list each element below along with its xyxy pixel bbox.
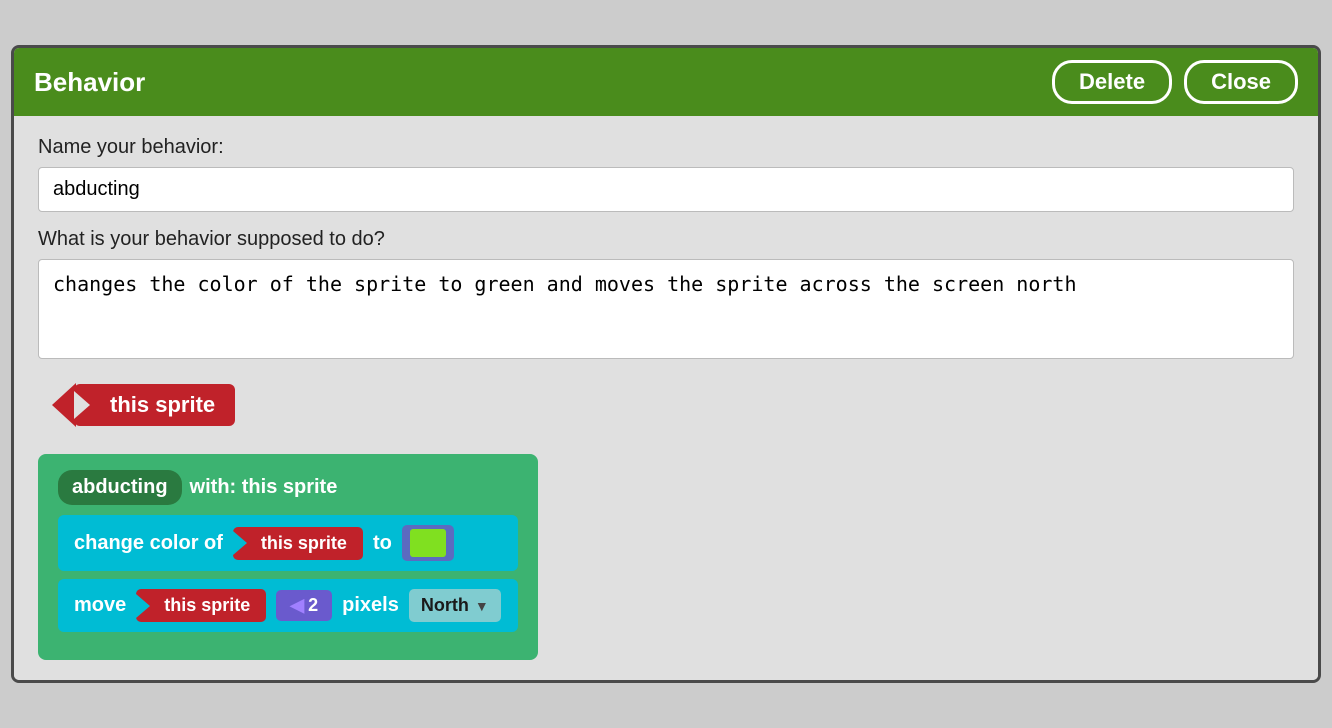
header-buttons: Delete Close bbox=[1052, 60, 1298, 104]
dialog-header: Behavior Delete Close bbox=[14, 48, 1318, 116]
direction-tag[interactable]: North ▼ bbox=[409, 589, 501, 622]
block-header: abducting with: this sprite bbox=[58, 470, 518, 505]
dialog-body: Name your behavior: What is your behavio… bbox=[14, 116, 1318, 680]
sprite-tag-block2[interactable]: this sprite bbox=[136, 589, 266, 622]
dialog-title: Behavior bbox=[34, 67, 145, 98]
behavior-dialog: Behavior Delete Close Name your behavior… bbox=[11, 45, 1321, 683]
block-name-tag: abducting bbox=[58, 470, 182, 505]
change-color-text: change color of bbox=[74, 532, 223, 555]
move-block: move this sprite ◀ 2 pixels North ▼ bbox=[58, 579, 518, 632]
description-label: What is your behavior supposed to do? bbox=[38, 228, 1294, 251]
pixels-text: pixels bbox=[342, 594, 399, 617]
number-arrow-left-icon: ◀ bbox=[290, 595, 304, 616]
change-color-block: change color of this sprite to bbox=[58, 515, 518, 571]
name-label: Name your behavior: bbox=[38, 136, 1294, 159]
sprite-tag-area: this sprite bbox=[38, 384, 1294, 426]
close-button[interactable]: Close bbox=[1184, 60, 1298, 104]
number-tag[interactable]: ◀ 2 bbox=[276, 590, 332, 621]
this-sprite-tag[interactable]: this sprite bbox=[74, 384, 235, 426]
sprite-tag-block1[interactable]: this sprite bbox=[233, 527, 363, 560]
color-swatch-container[interactable] bbox=[402, 525, 454, 561]
behavior-description-textarea[interactable] bbox=[38, 259, 1294, 359]
move-text: move bbox=[74, 594, 126, 617]
behavior-name-input[interactable] bbox=[38, 167, 1294, 212]
color-swatch[interactable] bbox=[410, 529, 446, 557]
direction-dropdown-icon: ▼ bbox=[475, 598, 489, 614]
block-header-with: with: this sprite bbox=[190, 476, 338, 499]
blocks-area: abducting with: this sprite change color… bbox=[38, 454, 538, 660]
delete-button[interactable]: Delete bbox=[1052, 60, 1172, 104]
to-text: to bbox=[373, 532, 392, 555]
